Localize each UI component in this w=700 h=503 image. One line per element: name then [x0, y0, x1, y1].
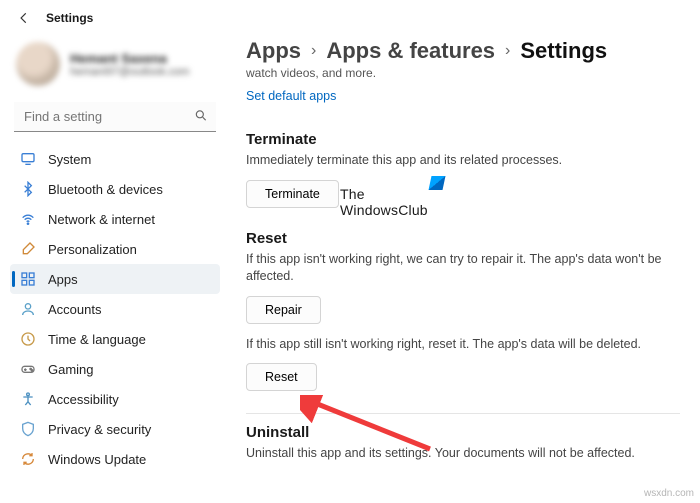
sidebar-item-label: Accessibility	[48, 392, 119, 407]
source-watermark: wsxdn.com	[644, 488, 694, 499]
user-name: Hemant Saxena	[70, 51, 189, 66]
user-profile[interactable]: Hemant Saxena hemant97@outlook.com	[10, 38, 220, 96]
chevron-right-icon: ›	[505, 42, 510, 60]
clock-icon	[20, 331, 36, 347]
terminate-button[interactable]: Terminate	[246, 180, 339, 208]
sidebar-item-accounts[interactable]: Accounts	[10, 294, 220, 324]
crumb-features[interactable]: Apps & features	[326, 38, 495, 64]
sidebar-item-label: Gaming	[48, 362, 94, 377]
reset-button[interactable]: Reset	[246, 363, 317, 391]
terminate-desc: Immediately terminate this app and its r…	[246, 152, 680, 170]
divider	[246, 413, 680, 414]
uninstall-heading: Uninstall	[246, 424, 680, 441]
brush-icon	[20, 241, 36, 257]
avatar	[16, 42, 60, 86]
accessibility-icon	[20, 391, 36, 407]
shield-icon	[20, 421, 36, 437]
sidebar-item-gaming[interactable]: Gaming	[10, 354, 220, 384]
sidebar-item-label: System	[48, 152, 91, 167]
sidebar-item-label: Network & internet	[48, 212, 155, 227]
intro-text: watch videos, and more.	[246, 66, 680, 80]
window-title: Settings	[46, 11, 93, 25]
repair-button[interactable]: Repair	[246, 296, 321, 324]
update-icon	[20, 451, 36, 467]
reset-repair-desc: If this app isn't working right, we can …	[246, 251, 680, 286]
main-content: Apps › Apps & features › Settings watch …	[230, 32, 700, 484]
wifi-icon	[20, 211, 36, 227]
sidebar-item-apps[interactable]: Apps	[10, 264, 220, 294]
sidebar-item-network[interactable]: Network & internet	[10, 204, 220, 234]
search-icon	[194, 109, 208, 126]
back-button[interactable]	[14, 8, 34, 28]
sidebar-item-bluetooth[interactable]: Bluetooth & devices	[10, 174, 220, 204]
user-icon	[20, 301, 36, 317]
set-default-apps-link[interactable]: Set default apps	[246, 89, 336, 103]
sidebar-item-system[interactable]: System	[10, 144, 220, 174]
sidebar-item-privacy[interactable]: Privacy & security	[10, 414, 220, 444]
uninstall-desc: Uninstall this app and its settings. You…	[246, 445, 680, 463]
sidebar-item-update[interactable]: Windows Update	[10, 444, 220, 474]
sidebar-item-label: Windows Update	[48, 452, 146, 467]
sidebar: Hemant Saxena hemant97@outlook.com Syste…	[0, 32, 230, 484]
apps-icon	[20, 271, 36, 287]
sidebar-item-personalization[interactable]: Personalization	[10, 234, 220, 264]
gamepad-icon	[20, 361, 36, 377]
sidebar-item-label: Time & language	[48, 332, 146, 347]
crumb-apps[interactable]: Apps	[246, 38, 301, 64]
sidebar-item-label: Personalization	[48, 242, 137, 257]
sidebar-item-label: Accounts	[48, 302, 101, 317]
breadcrumb: Apps › Apps & features › Settings	[246, 38, 680, 64]
chevron-right-icon: ›	[311, 42, 316, 60]
reset-heading: Reset	[246, 230, 680, 247]
user-email: hemant97@outlook.com	[70, 66, 189, 78]
sidebar-item-label: Apps	[48, 272, 78, 287]
crumb-current: Settings	[520, 38, 607, 64]
sidebar-item-label: Privacy & security	[48, 422, 151, 437]
bluetooth-icon	[20, 181, 36, 197]
terminate-heading: Terminate	[246, 131, 680, 148]
sidebar-item-label: Bluetooth & devices	[48, 182, 163, 197]
search-input[interactable]	[14, 102, 216, 132]
reset-desc: If this app still isn't working right, r…	[246, 336, 680, 354]
sidebar-item-time[interactable]: Time & language	[10, 324, 220, 354]
sidebar-item-accessibility[interactable]: Accessibility	[10, 384, 220, 414]
system-icon	[20, 151, 36, 167]
